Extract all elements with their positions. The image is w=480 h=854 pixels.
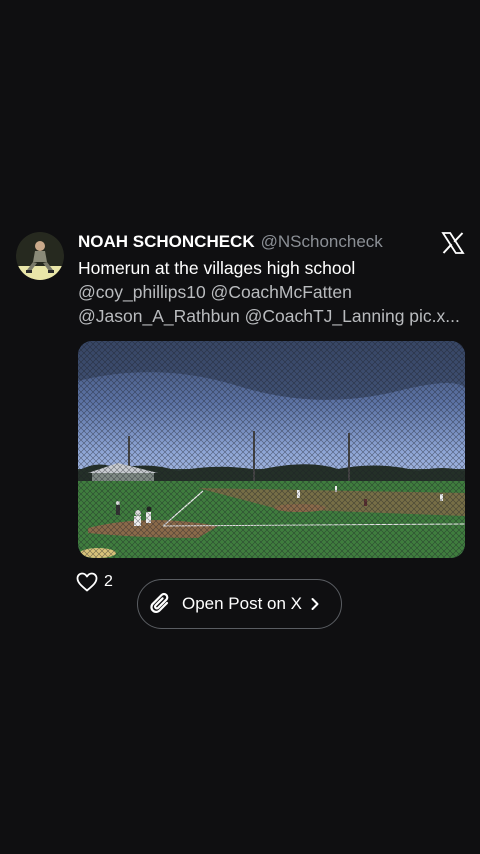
post-mentions-line[interactable]: @coy_phillips10 @CoachMcFatten xyxy=(78,280,470,304)
author-display-name[interactable]: NOAH SCHONCHECK xyxy=(78,232,255,251)
post-media-photo[interactable] xyxy=(78,341,465,558)
post-text: Homerun at the villages high school @coy… xyxy=(78,256,470,328)
like-action[interactable]: 2 xyxy=(76,570,113,594)
heart-icon[interactable] xyxy=(76,572,98,592)
post-text-line: Homerun at the villages high school xyxy=(78,258,356,278)
author-handle[interactable]: @NSchoncheck xyxy=(261,232,383,251)
baseball-field-photo xyxy=(78,341,465,558)
open-post-label: Open Post on X xyxy=(182,594,303,613)
paperclip-icon xyxy=(150,592,169,614)
chevron-right-icon xyxy=(311,598,319,610)
post-header: NOAH SCHONCHECK @NSchoncheck xyxy=(78,231,383,253)
x-logo-icon[interactable] xyxy=(441,231,465,255)
like-count: 2 xyxy=(104,573,113,590)
author-avatar[interactable] xyxy=(16,232,64,280)
post-mentions-line[interactable]: @Jason_A_Rathbun @CoachTJ_Lanning pic.x.… xyxy=(78,304,470,328)
embedded-post: NOAH SCHONCHECK @NSchoncheck Homerun at t… xyxy=(0,0,480,854)
open-post-on-x-button[interactable]: Open Post on X xyxy=(137,579,342,629)
